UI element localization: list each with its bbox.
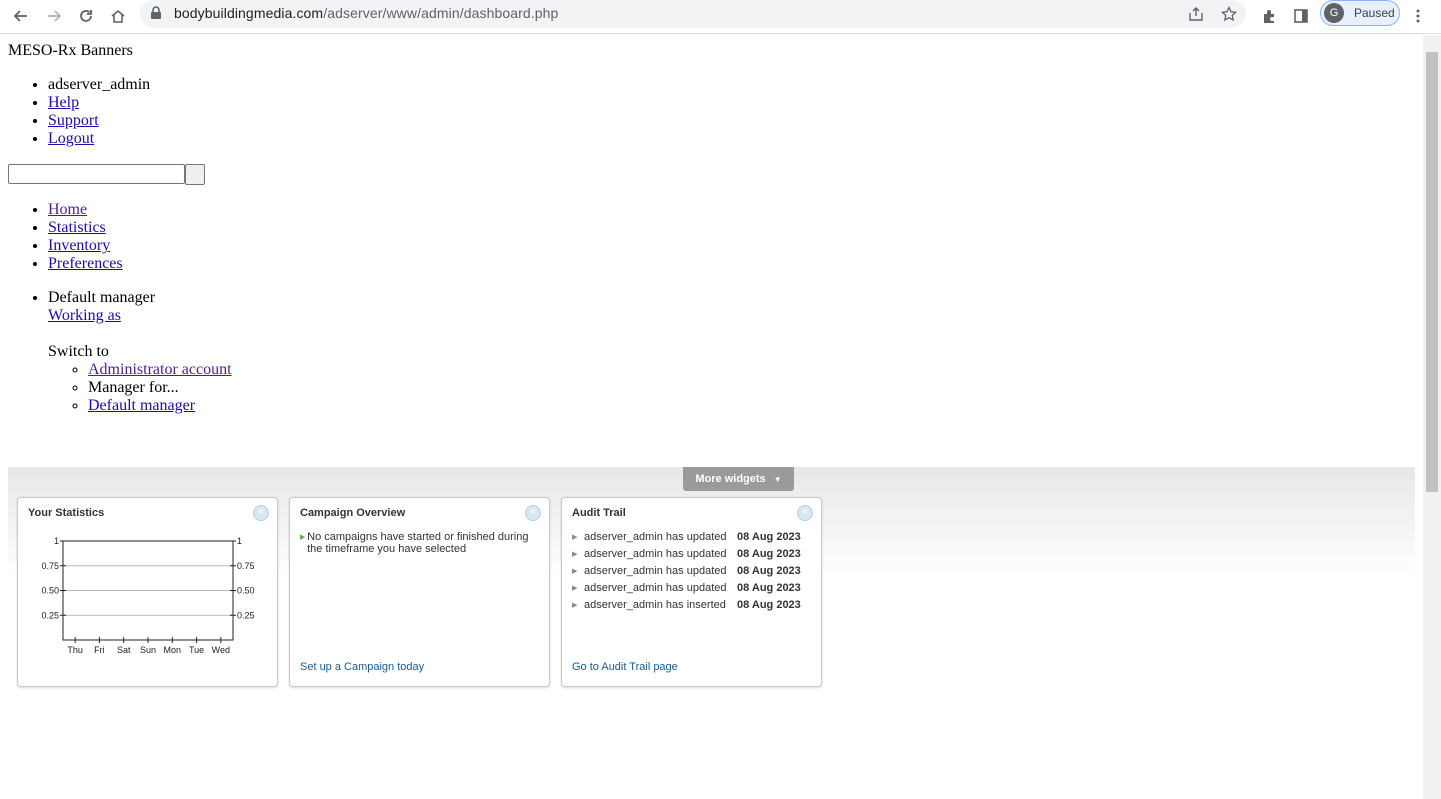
widget-title: Audit Trail xyxy=(572,507,626,519)
back-icon[interactable] xyxy=(7,2,35,30)
forward-icon[interactable] xyxy=(40,2,68,30)
audit-date: 08 Aug 2023 xyxy=(737,531,801,543)
bullet-arrow-icon: ▶ xyxy=(300,534,306,541)
switch-to-label: Switch to xyxy=(48,343,109,360)
nav-preferences[interactable]: Preferences xyxy=(48,255,123,272)
audit-trail-widget: Audit Trail × ▶ adserver_admin has updat… xyxy=(561,497,822,687)
x-tick-label: Sun xyxy=(140,645,156,655)
y-tick-label-right: 0.75 xyxy=(237,561,255,571)
address-bar[interactable]: bodybuildingmedia.com/adserver/www/admin… xyxy=(140,0,1246,28)
audit-date: 08 Aug 2023 xyxy=(737,548,801,560)
statistics-chart: 1 1 0.75 0.75 0.50 0.50 0.25 0.25 Thu Fri Sat Sun Mo… xyxy=(18,498,277,673)
switch-default-manager[interactable]: Default manager xyxy=(88,397,195,414)
url-text: bodybuildingmedia.com/adserver/www/admin… xyxy=(174,5,559,21)
audit-row[interactable]: ▶ adserver_admin has updated 08 Aug 2023 xyxy=(572,531,812,543)
audit-trail-link[interactable]: Go to Audit Trail page xyxy=(572,661,678,673)
main-nav: Home Statistics Inventory Preferences xyxy=(48,201,123,273)
nav-inventory[interactable]: Inventory xyxy=(48,237,110,254)
audit-row[interactable]: ▶ adserver_admin has updated 08 Aug 2023 xyxy=(572,565,812,577)
y-tick-label-left: 0.50 xyxy=(41,586,59,596)
side-panel-icon[interactable] xyxy=(1287,2,1315,30)
reload-icon[interactable] xyxy=(72,2,100,30)
profile-button[interactable]: G Paused xyxy=(1320,0,1400,26)
campaign-message: ▶ No campaigns have started or finished … xyxy=(300,531,535,555)
account-switcher: Default manager xyxy=(48,289,155,307)
audit-date: 08 Aug 2023 xyxy=(737,565,801,577)
y-tick-label-left: 0.25 xyxy=(41,610,59,620)
vertical-scrollbar[interactable] xyxy=(1423,35,1441,799)
audit-row[interactable]: ▶ adserver_admin has updated 08 Aug 2023 xyxy=(572,582,812,594)
share-icon[interactable] xyxy=(1184,2,1208,26)
extensions-icon[interactable] xyxy=(1255,2,1283,30)
help-link[interactable]: Help xyxy=(48,94,79,111)
campaign-overview-widget: Campaign Overview × ▶ No campaigns have … xyxy=(289,497,550,687)
search-input[interactable] xyxy=(8,164,185,184)
audit-date: 08 Aug 2023 xyxy=(737,599,801,611)
home-icon[interactable] xyxy=(104,2,132,30)
x-tick-label: Thu xyxy=(67,645,83,655)
search-button[interactable] xyxy=(185,164,205,185)
more-widgets-label: More widgets xyxy=(695,473,766,485)
switch-to-list: Administrator account Manager for... Def… xyxy=(88,361,232,415)
switch-manager-for: Manager for... xyxy=(88,379,232,397)
bullet-arrow-icon: ▶ xyxy=(572,585,578,592)
user-menu: adserver_admin Help Support Logout xyxy=(48,76,150,148)
y-tick-label-left: 0.75 xyxy=(41,561,59,571)
x-tick-label: Wed xyxy=(212,645,230,655)
working-as-link[interactable]: Working as xyxy=(48,307,121,325)
nav-statistics[interactable]: Statistics xyxy=(48,219,106,236)
audit-text: adserver_admin has updated xyxy=(584,531,727,543)
y-tick-label-right: 0.50 xyxy=(237,586,255,596)
more-widgets-button[interactable]: More widgets ▼ xyxy=(683,467,794,491)
nav-home[interactable]: Home xyxy=(48,201,87,218)
bookmark-star-icon[interactable] xyxy=(1217,2,1241,26)
scrollbar-thumb[interactable] xyxy=(1426,52,1438,492)
kebab-menu-icon[interactable] xyxy=(1404,2,1432,30)
bullet-arrow-icon: ▶ xyxy=(572,568,578,575)
close-icon[interactable]: × xyxy=(797,505,813,521)
avatar: G xyxy=(1324,3,1344,23)
close-icon[interactable]: × xyxy=(525,505,541,521)
audit-row[interactable]: ▶ adserver_admin has updated 08 Aug 2023 xyxy=(572,548,812,560)
bullet-arrow-icon: ▶ xyxy=(572,534,578,541)
audit-date: 08 Aug 2023 xyxy=(737,582,801,594)
audit-text: adserver_admin has updated xyxy=(584,582,727,594)
switch-administrator-account[interactable]: Administrator account xyxy=(88,361,232,378)
support-link[interactable]: Support xyxy=(48,112,99,129)
bullet-arrow-icon: ▶ xyxy=(572,602,578,609)
statistics-chart-svg: 1 1 0.75 0.75 0.50 0.50 0.25 0.25 Thu Fri Sat Sun Mo… xyxy=(41,536,255,655)
setup-campaign-link[interactable]: Set up a Campaign today xyxy=(300,661,424,673)
profile-status: Paused xyxy=(1354,6,1395,20)
x-tick-label: Mon xyxy=(164,645,182,655)
statistics-widget: Your Statistics × 1 1 0.75 0.75 0.50 0.50 0.25… xyxy=(17,497,278,687)
bullet-arrow-icon: ▶ xyxy=(572,551,578,558)
campaign-message-text: No campaigns have started or finished du… xyxy=(307,531,529,555)
widget-title: Campaign Overview xyxy=(300,507,406,519)
audit-text: adserver_admin has updated xyxy=(584,548,727,560)
site-title: MESO-Rx Banners xyxy=(8,42,133,59)
audit-row[interactable]: ▶ adserver_admin has inserted 08 Aug 202… xyxy=(572,599,812,611)
audit-text: adserver_admin has inserted xyxy=(584,599,726,611)
y-tick-label-left: 1 xyxy=(54,536,59,546)
logout-link[interactable]: Logout xyxy=(48,130,94,147)
x-tick-label: Sat xyxy=(117,645,131,655)
x-tick-label: Tue xyxy=(189,645,204,655)
x-tick-label: Fri xyxy=(94,645,105,655)
browser-toolbar: bodybuildingmedia.com/adserver/www/admin… xyxy=(0,0,1441,34)
page-content: MESO-Rx Banners adserver_admin Help Supp… xyxy=(0,35,1423,799)
chevron-down-icon: ▼ xyxy=(773,474,782,484)
y-tick-label-right: 1 xyxy=(237,536,242,546)
lock-icon xyxy=(150,6,162,25)
audit-text: adserver_admin has updated xyxy=(584,565,727,577)
y-tick-label-right: 0.25 xyxy=(237,610,255,620)
current-account: Default manager xyxy=(48,289,155,307)
username: adserver_admin xyxy=(48,76,150,94)
